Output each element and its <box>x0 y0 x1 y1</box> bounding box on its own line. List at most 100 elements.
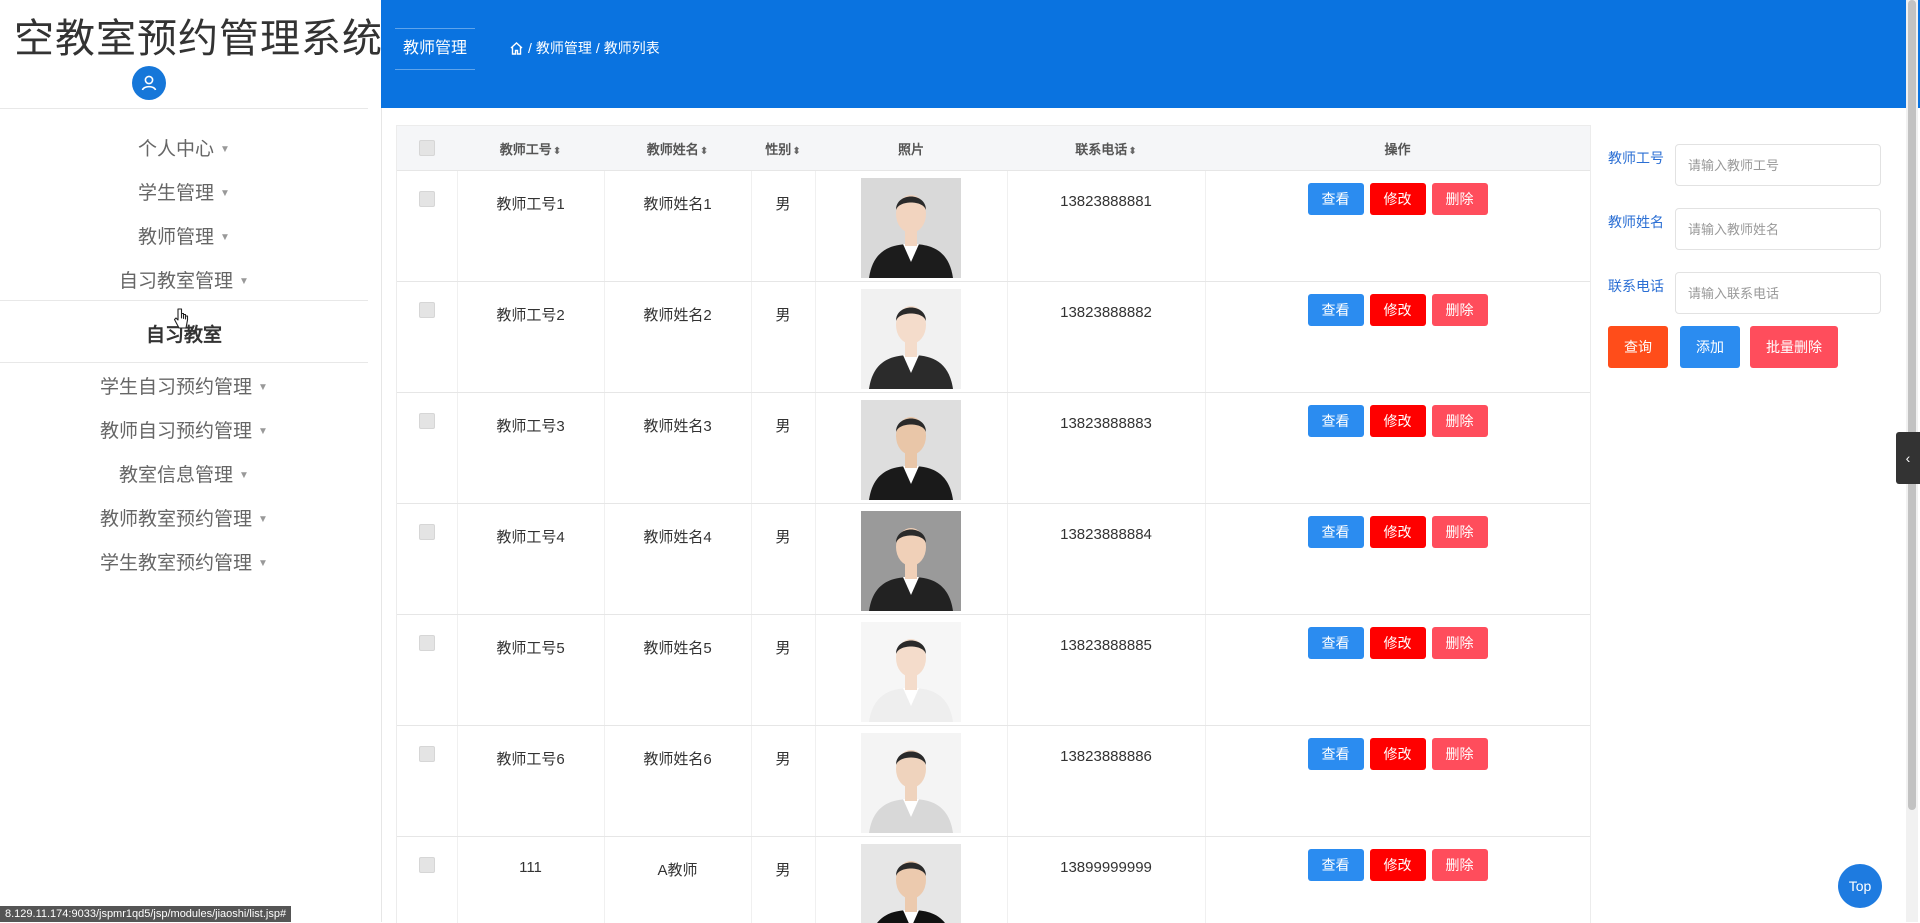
teacher-name-label: 教师姓名 <box>1608 212 1664 232</box>
photo-cell <box>815 393 1007 504</box>
view-button[interactable]: 查看 <box>1308 849 1364 881</box>
delete-button[interactable]: 删除 <box>1432 738 1488 770</box>
sidebar-item-personal-center[interactable]: 个人中心▼ <box>0 134 368 161</box>
teacher-id-label: 教师工号 <box>1608 148 1664 168</box>
gender-cell: 男 <box>751 726 815 837</box>
phone-cell: 13823888882 <box>1007 282 1205 393</box>
collapse-panel-handle[interactable]: ‹ <box>1896 432 1920 484</box>
row-checkbox[interactable] <box>419 635 435 651</box>
table-header-row: 教师工号⬍ 教师姓名⬍ 性别⬍ 照片 联系电话⬍ 操作 <box>397 126 1590 171</box>
sidebar-item-teacher-classroom-booking[interactable]: 教师教室预约管理▼ <box>0 504 368 531</box>
teacher-id-input[interactable]: 请输入教师工号 <box>1675 144 1881 186</box>
view-button[interactable]: 查看 <box>1308 405 1364 437</box>
view-button[interactable]: 查看 <box>1308 738 1364 770</box>
teacher-photo <box>861 289 961 389</box>
delete-button[interactable]: 删除 <box>1432 294 1488 326</box>
column-header-gender[interactable]: 性别⬍ <box>751 126 815 171</box>
view-button[interactable]: 查看 <box>1308 183 1364 215</box>
delete-button[interactable]: 删除 <box>1432 405 1488 437</box>
teacher-id-cell: 教师工号1 <box>457 171 604 282</box>
table-row: 教师工号6教师姓名6男13823888886查看修改删除 <box>397 726 1590 837</box>
select-all-header <box>397 126 457 171</box>
column-header-phone[interactable]: 联系电话⬍ <box>1007 126 1205 171</box>
sidebar-divider <box>0 108 368 109</box>
phone-cell: 13823888885 <box>1007 615 1205 726</box>
edit-button[interactable]: 修改 <box>1370 183 1426 215</box>
batch-delete-button[interactable]: 批量删除 <box>1750 326 1838 368</box>
sidebar-item-student-management[interactable]: 学生管理▼ <box>0 178 368 205</box>
back-to-top-button[interactable]: Top <box>1838 864 1882 908</box>
row-checkbox[interactable] <box>419 524 435 540</box>
caret-down-icon: ▼ <box>258 558 268 569</box>
teacher-photo <box>861 178 961 278</box>
teacher-name-input[interactable]: 请输入教师姓名 <box>1675 208 1881 250</box>
gender-cell: 男 <box>751 504 815 615</box>
sidebar-item-label: 个人中心 <box>138 139 214 160</box>
header-tab[interactable]: 教师管理 <box>395 28 475 70</box>
home-icon[interactable] <box>509 41 524 56</box>
row-checkbox[interactable] <box>419 413 435 429</box>
sidebar-item-label: 学生自习预约管理 <box>100 377 252 398</box>
add-button[interactable]: 添加 <box>1680 326 1740 368</box>
teacher-name-cell: 教师姓名4 <box>604 504 751 615</box>
edit-button[interactable]: 修改 <box>1370 849 1426 881</box>
phone-cell: 13899999999 <box>1007 837 1205 923</box>
teacher-photo <box>861 622 961 722</box>
view-button[interactable]: 查看 <box>1308 516 1364 548</box>
sort-icon: ⬍ <box>1128 146 1136 157</box>
teacher-name-cell: 教师姓名2 <box>604 282 751 393</box>
row-select-cell <box>397 504 457 615</box>
caret-down-icon: ▼ <box>258 426 268 437</box>
caret-down-icon: ▼ <box>239 470 249 481</box>
teacher-id-cell: 教师工号2 <box>457 282 604 393</box>
sidebar-item-teacher-management[interactable]: 教师管理▼ <box>0 222 368 249</box>
row-checkbox[interactable] <box>419 746 435 762</box>
column-header-photo: 照片 <box>815 126 1007 171</box>
photo-cell <box>815 282 1007 393</box>
row-checkbox[interactable] <box>419 302 435 318</box>
query-button[interactable]: 查询 <box>1608 326 1668 368</box>
phone-input[interactable]: 请输入联系电话 <box>1675 272 1881 314</box>
sidebar-item-classroom-info[interactable]: 教室信息管理▼ <box>0 460 368 487</box>
actions-cell: 查看修改删除 <box>1205 615 1590 726</box>
breadcrumb-level1[interactable]: 教师管理 <box>536 38 592 58</box>
caret-down-icon: ▼ <box>258 382 268 393</box>
sidebar-item-student-study-booking[interactable]: 学生自习预约管理 ▼ <box>0 372 368 399</box>
phone-cell: 13823888886 <box>1007 726 1205 837</box>
delete-button[interactable]: 删除 <box>1432 627 1488 659</box>
page-scrollbar-thumb[interactable] <box>1908 0 1916 810</box>
breadcrumb-separator: / <box>596 40 600 56</box>
user-icon <box>140 74 158 92</box>
teacher-id-cell: 111 <box>457 837 604 923</box>
phone-label: 联系电话 <box>1608 276 1664 296</box>
select-all-checkbox[interactable] <box>419 140 435 156</box>
row-select-cell <box>397 615 457 726</box>
edit-button[interactable]: 修改 <box>1370 516 1426 548</box>
edit-button[interactable]: 修改 <box>1370 738 1426 770</box>
actions-cell: 查看修改删除 <box>1205 504 1590 615</box>
row-checkbox[interactable] <box>419 857 435 873</box>
view-button[interactable]: 查看 <box>1308 627 1364 659</box>
actions-cell: 查看修改删除 <box>1205 282 1590 393</box>
row-checkbox[interactable] <box>419 191 435 207</box>
delete-button[interactable]: 删除 <box>1432 183 1488 215</box>
edit-button[interactable]: 修改 <box>1370 294 1426 326</box>
actions-cell: 查看修改删除 <box>1205 171 1590 282</box>
column-header-name[interactable]: 教师姓名⬍ <box>604 126 751 171</box>
column-header-id[interactable]: 教师工号⬍ <box>457 126 604 171</box>
delete-button[interactable]: 删除 <box>1432 849 1488 881</box>
top-header: 教师管理 / 教师管理 / 教师列表 <box>381 0 1920 108</box>
delete-button[interactable]: 删除 <box>1432 516 1488 548</box>
avatar[interactable] <box>132 66 166 100</box>
breadcrumb-separator: / <box>528 40 532 56</box>
edit-button[interactable]: 修改 <box>1370 627 1426 659</box>
sidebar-item-student-classroom-booking[interactable]: 学生教室预约管理▼ <box>0 548 368 575</box>
sidebar-item-teacher-study-booking[interactable]: 教师自习预约管理▼ <box>0 416 368 443</box>
view-button[interactable]: 查看 <box>1308 294 1364 326</box>
row-select-cell <box>397 393 457 504</box>
sidebar-item-study-room-management[interactable]: 自习教室管理▼ <box>0 266 368 293</box>
sidebar: 空教室预约管理系统 个人中心▼ 学生管理▼ 教师管理▼ 自习教室管理▼ 自习教室… <box>0 0 382 922</box>
breadcrumb: / 教师管理 / 教师列表 <box>509 38 660 58</box>
actions-cell: 查看修改删除 <box>1205 837 1590 923</box>
edit-button[interactable]: 修改 <box>1370 405 1426 437</box>
